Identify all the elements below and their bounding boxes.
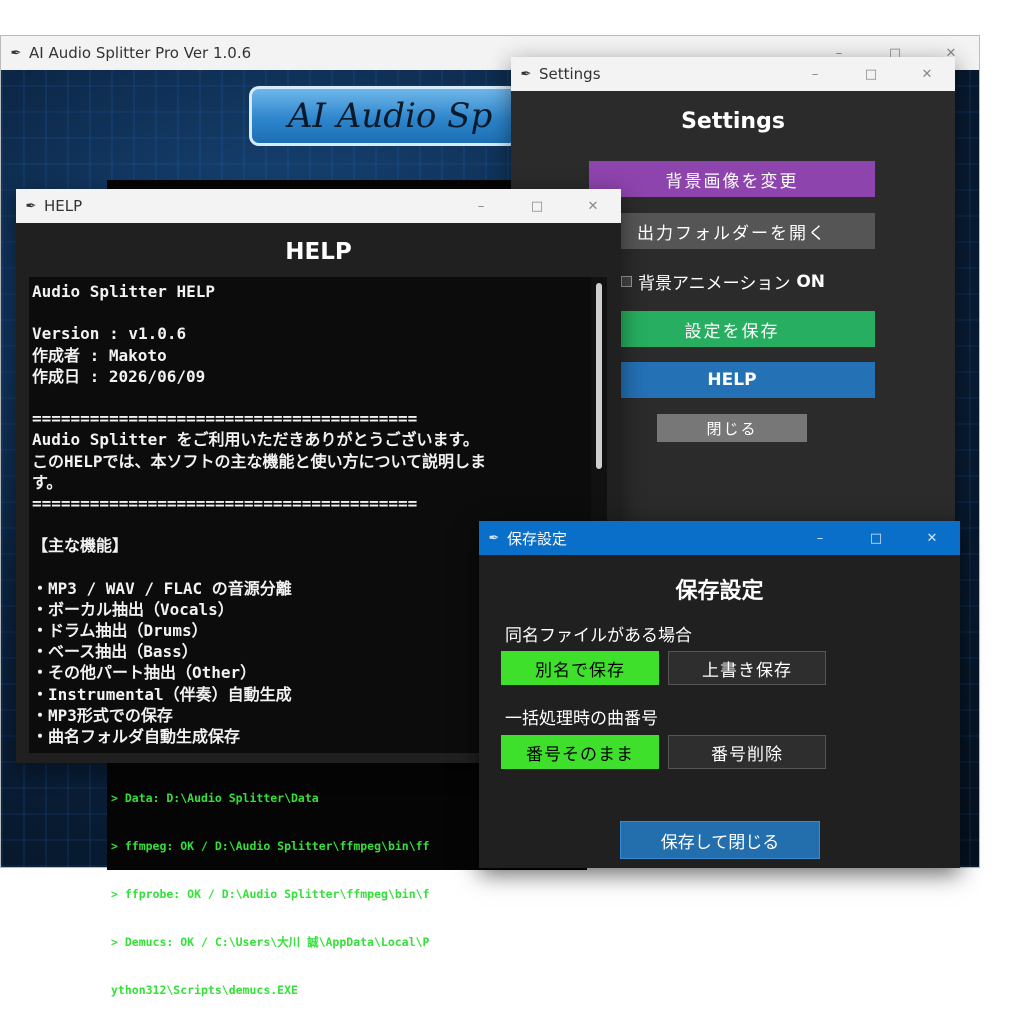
help-line: Audio Splitter HELP xyxy=(32,282,216,301)
log-line: > ffprobe: OK / D:\Audio Splitter\ffmpeg… xyxy=(111,887,430,901)
bg-animation-label: 背景アニメーション xyxy=(638,274,791,294)
settings-heading: Settings xyxy=(681,109,785,134)
save-settings-button[interactable]: 設定を保存 xyxy=(589,311,875,347)
save-settings-heading: 保存設定 xyxy=(675,579,764,604)
feather-icon: ✒ xyxy=(520,66,532,82)
help-line: 作成者 : Makoto xyxy=(32,345,167,365)
scrollbar-thumb[interactable] xyxy=(596,283,602,469)
log-line: > Data: D:\Audio Splitter\Data xyxy=(111,791,319,805)
help-line: ======================================== xyxy=(32,493,418,513)
same-name-label: 同名ファイルがある場合 xyxy=(505,626,692,646)
feather-icon: ✒ xyxy=(25,198,37,214)
help-heading: HELP xyxy=(285,239,352,265)
log-line: ython312\Scripts\demucs.EXE xyxy=(111,983,298,997)
maximize-icon[interactable]: □ xyxy=(509,189,565,223)
maximize-icon[interactable]: □ xyxy=(843,57,899,91)
log-line: > Demucs: OK / C:\Users\大川 誠\AppData\Loc… xyxy=(111,935,430,949)
feather-icon: ✒ xyxy=(488,530,500,546)
minimize-icon[interactable]: – xyxy=(453,189,509,223)
minimize-icon[interactable]: – xyxy=(792,521,848,555)
save-and-close-button[interactable]: 保存して閉じる xyxy=(620,821,820,859)
bg-animation-toggle[interactable]: 背景アニメーション ON xyxy=(621,269,825,294)
maximize-icon[interactable]: □ xyxy=(848,521,904,555)
help-line: Audio Splitter をご利用いただきありがとうございます。 xyxy=(32,430,479,450)
help-line: す。 xyxy=(32,472,63,492)
log-line: > ffmpeg: OK / D:\Audio Splitter\ffmpeg\… xyxy=(111,839,430,853)
save-settings-window-title: 保存設定 xyxy=(507,529,568,548)
help-button[interactable]: HELP xyxy=(589,362,875,398)
app-logo: AI Audio Sp xyxy=(249,86,519,146)
feather-icon: ✒ xyxy=(10,45,22,61)
checkbox-icon[interactable] xyxy=(621,276,632,287)
help-titlebar[interactable]: ✒ HELP – □ ✕ xyxy=(16,189,621,223)
keep-number-button[interactable]: 番号そのまま xyxy=(501,735,659,769)
remove-number-button[interactable]: 番号削除 xyxy=(668,735,826,769)
settings-titlebar[interactable]: ✒ Settings – □ ✕ xyxy=(511,57,955,91)
help-line: このHELPでは、本ソフトの主な機能と使い方について説明しま xyxy=(32,451,487,471)
bg-animation-state: ON xyxy=(796,271,826,292)
settings-close-button[interactable]: 閉じる xyxy=(657,414,807,442)
change-background-button[interactable]: 背景画像を変更 xyxy=(589,161,875,197)
overwrite-button[interactable]: 上書き保存 xyxy=(668,651,826,685)
help-window-title: HELP xyxy=(44,197,83,215)
save-settings-window: ✒ 保存設定 – □ ✕ 保存設定 同名ファイルがある場合 別名で保存 上書き保… xyxy=(479,521,960,868)
close-icon[interactable]: ✕ xyxy=(899,57,955,91)
close-icon[interactable]: ✕ xyxy=(904,521,960,555)
main-window-title: AI Audio Splitter Pro Ver 1.0.6 xyxy=(29,44,252,62)
help-line: Version : v1.0.6 xyxy=(32,324,187,344)
help-line: 作成日 : 2026/06/09 xyxy=(32,366,206,386)
settings-window-title: Settings xyxy=(539,65,601,83)
close-icon[interactable]: ✕ xyxy=(565,189,621,223)
save-settings-titlebar[interactable]: ✒ 保存設定 – □ ✕ xyxy=(479,521,960,555)
open-output-folder-button[interactable]: 出力フォルダーを開く xyxy=(589,213,875,249)
track-number-label: 一括処理時の曲番号 xyxy=(505,709,658,729)
help-line xyxy=(32,387,585,408)
help-line: ======================================== xyxy=(32,409,418,429)
help-line xyxy=(32,302,585,323)
log-lines: > Data: D:\Audio Splitter\Data > ffmpeg:… xyxy=(111,758,430,1030)
minimize-icon[interactable]: – xyxy=(787,57,843,91)
save-as-new-name-button[interactable]: 別名で保存 xyxy=(501,651,659,685)
